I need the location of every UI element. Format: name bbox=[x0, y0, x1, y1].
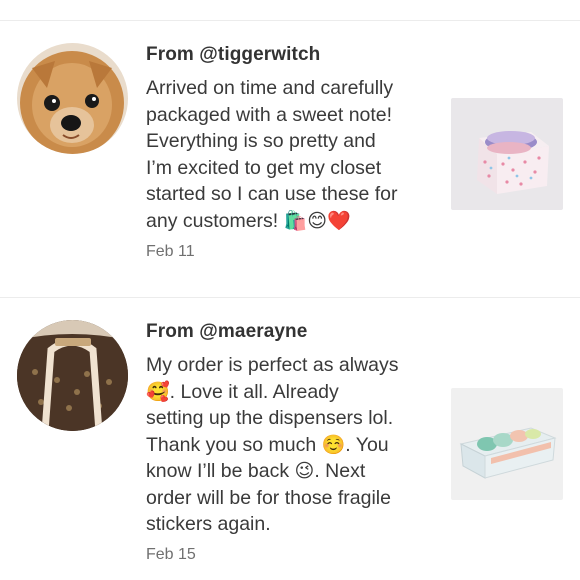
top-divider bbox=[0, 20, 580, 21]
review-line: 🥰. Love it all. Already bbox=[146, 379, 431, 406]
review-line: setting up the dispensers lol. bbox=[146, 407, 394, 429]
review-line-text: . Next bbox=[314, 460, 366, 482]
review-line-text: any customers! bbox=[146, 209, 284, 232]
review-text: Arrived on time and carefully packaged w… bbox=[146, 75, 431, 234]
review-line-text: know I’ll be back bbox=[146, 460, 295, 482]
review-line: know I’ll be back 😉. Next bbox=[146, 458, 431, 485]
tape-dispenser-photo-icon bbox=[451, 388, 563, 500]
review-date: Feb 11 bbox=[146, 243, 195, 260]
washi-tape-gift-box-photo-icon bbox=[451, 98, 563, 210]
review-line: I’m excited to get my closet bbox=[146, 156, 382, 179]
review-photo-thumbnail[interactable] bbox=[451, 388, 563, 500]
review-line: stickers again. bbox=[146, 513, 271, 535]
review-divider bbox=[0, 297, 580, 298]
pomeranian-dog-photo-icon bbox=[17, 43, 128, 154]
review-line: any customers! 🛍️😊❤️ bbox=[146, 208, 431, 235]
review-line: My order is perfect as always bbox=[146, 354, 399, 376]
review-author[interactable]: From @maerayne bbox=[146, 321, 307, 343]
review-line: Everything is so pretty and bbox=[146, 130, 376, 152]
review-line-text: . You bbox=[345, 433, 389, 456]
review-author[interactable]: From @tiggerwitch bbox=[146, 44, 320, 66]
blushing-smile-emoji-icon: ☺️ bbox=[321, 433, 346, 456]
review-line-text: Thank you so much bbox=[146, 433, 322, 456]
review-line: order will be for those fragile bbox=[146, 486, 391, 509]
smiling-hearts-emoji-icon: 🥰 bbox=[146, 380, 170, 403]
user-avatar[interactable] bbox=[17, 43, 128, 154]
winking-face-emoji-icon: 😉 bbox=[294, 460, 315, 482]
user-avatar[interactable] bbox=[17, 320, 128, 431]
review-text: My order is perfect as always 🥰. Love it… bbox=[146, 352, 431, 538]
review-line: Thank you so much ☺️. You bbox=[146, 432, 431, 459]
monogram-handbag-photo-icon bbox=[17, 320, 128, 431]
review-line: packaged with a sweet note! bbox=[146, 103, 393, 126]
review-line-text: . Love it all. Already bbox=[169, 380, 339, 403]
review-date: Feb 15 bbox=[146, 546, 196, 563]
review-photo-thumbnail[interactable] bbox=[451, 98, 563, 210]
review-line: Arrived on time and carefully bbox=[146, 77, 394, 99]
shopping-bags-smile-heart-emoji-icon: 🛍️😊❤️ bbox=[283, 209, 351, 232]
review-line: started so I can use these for bbox=[146, 183, 398, 205]
